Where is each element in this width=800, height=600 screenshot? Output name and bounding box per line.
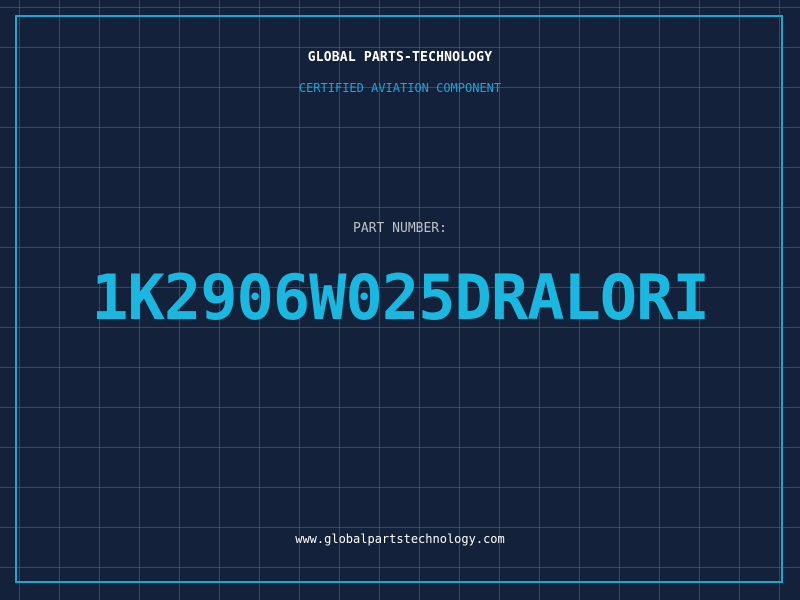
website-url: www.globalpartstechnology.com (295, 532, 505, 546)
part-number-label: PART NUMBER: (353, 221, 447, 236)
brand-name: GLOBAL PARTS-TECHNOLOGY (307, 50, 493, 65)
part-label-card: GLOBAL PARTS-TECHNOLOGY CERTIFIED AVIATI… (0, 0, 800, 600)
certification-subtitle: CERTIFIED AVIATION COMPONENT (298, 81, 502, 95)
part-number-value: 1K2906W025DRALORI (91, 261, 710, 334)
